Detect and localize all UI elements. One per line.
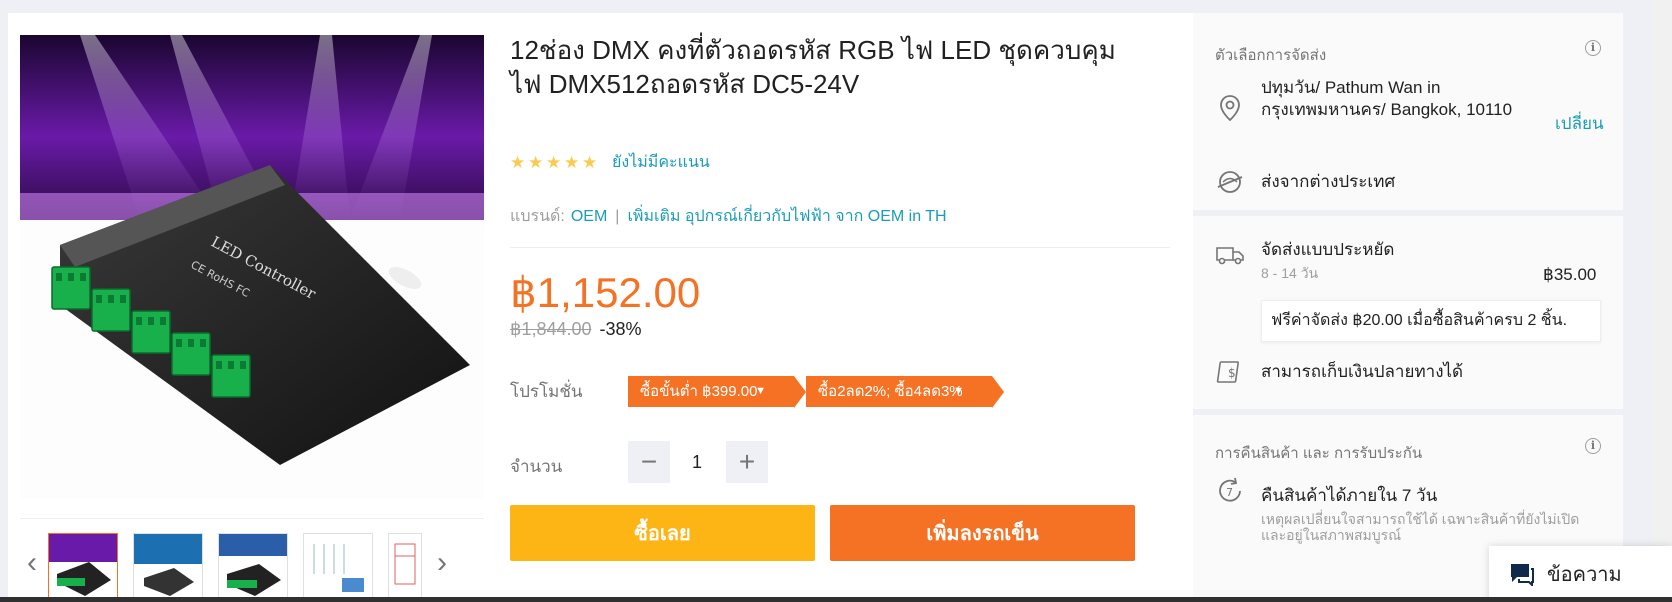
divider: [510, 247, 1170, 248]
delivery-panel: ตัวเลือกการจัดส่ง i ปทุมวัน/ Pathum Wan …: [1193, 13, 1623, 602]
chevron-left-icon: ‹: [27, 546, 37, 579]
chevron-right-icon: ›: [437, 546, 447, 579]
ship-from-overseas: ส่งจากต่างประเทศ: [1261, 172, 1396, 191]
thumbnail-image-icon: [304, 534, 372, 602]
thumbnail-image-icon: [389, 534, 421, 602]
thumbnail-2[interactable]: [133, 533, 203, 602]
return-policy-title: คืนสินค้าได้ภายใน 7 วัน: [1261, 486, 1438, 505]
economy-shipping-price: ฿35.00: [1543, 265, 1597, 284]
thumbnail-5[interactable]: [388, 533, 422, 602]
return-icon: 7: [1219, 477, 1241, 502]
scrollbar[interactable]: [1653, 0, 1672, 602]
product-title: 12ช่อง DMX คงที่ตัวถอดรหัส RGB ไฟ LED ชุ…: [510, 35, 1116, 99]
economy-shipping-days: 8 - 14 วัน: [1261, 265, 1319, 281]
product-gallery: LED Controller CE RoHS FC ‹ ›: [20, 25, 484, 602]
product-info: 12ช่อง DMX คงที่ตัวถอดรหัส RGB ไฟ LED ชุ…: [510, 13, 1170, 602]
minus-icon: −: [640, 446, 658, 477]
promotion-tag-text: ซื้อ2ลด2%; ซื้อ4ลด3%: [818, 383, 963, 400]
promotion-tag-text: ซื้อขั้นต่ำ ฿399.00: [640, 383, 758, 400]
thumbnail-next-button[interactable]: ›: [432, 543, 452, 583]
brand-row: แบรนด์: OEM | เพิ่มเติม อุปกรณ์เกี่ยวกับ…: [510, 204, 947, 229]
free-shipping-note: ฟรีค่าจัดส่ง ฿20.00 เมื่อซื้อสินค้าครบ 2…: [1261, 300, 1601, 342]
price-original-row: ฿1,844.00 -38%: [510, 319, 642, 340]
brand-more-link[interactable]: เพิ่มเติม อุปกรณ์เกี่ยวกับไฟฟ้า จาก OEM …: [627, 204, 946, 229]
delivery-location: ปทุมวัน/ Pathum Wan in กรุงเทพมหานคร/ Ba…: [1261, 78, 1513, 119]
economy-shipping-title: จัดส่งแบบประหยัด: [1261, 240, 1395, 259]
delivery-truck-icon: [1216, 247, 1244, 265]
plus-icon: +: [738, 446, 756, 477]
rating-text[interactable]: ยังไม่มีคะแนน: [612, 150, 710, 175]
section-divider: [1193, 210, 1623, 216]
quantity-label: จำนวน: [510, 457, 563, 476]
product-card: LED Controller CE RoHS FC ‹ › 12ช่อง DMX…: [8, 13, 1193, 602]
section-divider: [1193, 409, 1623, 415]
promotion-tag-multi-buy[interactable]: ซื้อ2ลด2%; ซื้อ4ลด3% ▼: [806, 376, 1004, 408]
svg-text:7: 7: [1226, 486, 1233, 499]
add-to-cart-button[interactable]: เพิ่มลงรถเข็น: [830, 505, 1135, 561]
star-icon: ★: [546, 152, 562, 172]
star-icon: ★: [582, 152, 598, 172]
quantity-increase-button[interactable]: +: [726, 441, 768, 483]
info-icon[interactable]: i: [1585, 438, 1601, 454]
cash-on-delivery: สามารถเก็บเงินปลายทางได้: [1261, 362, 1464, 381]
main-product-image[interactable]: LED Controller CE RoHS FC: [20, 35, 484, 499]
thumbnail-4[interactable]: [303, 533, 373, 602]
globe-plane-icon: [1217, 171, 1243, 193]
thumbnail-image-icon: [49, 534, 117, 602]
chevron-down-icon: ▼: [755, 385, 766, 397]
change-location-link[interactable]: เปลี่ยน: [1555, 110, 1604, 137]
thumbnail-prev-button[interactable]: ‹: [22, 543, 42, 583]
rating-stars: ★ ★ ★ ★ ★: [510, 152, 598, 172]
buy-now-button[interactable]: ซื้อเลย: [510, 505, 815, 561]
star-icon: ★: [528, 152, 544, 172]
thumbnail-3[interactable]: [218, 533, 288, 602]
current-price: ฿1,152.00: [510, 269, 701, 316]
delivery-section-title: ตัวเลือกการจัดส่ง: [1215, 47, 1327, 64]
bottom-edge-bar: [0, 597, 1672, 602]
thumbnail-strip: ‹ ›: [20, 518, 484, 602]
promotion-tag-min-spend[interactable]: ซื้อขั้นต่ำ ฿399.00 ▼: [628, 376, 806, 408]
original-price: ฿1,844.00: [510, 319, 592, 339]
chat-icon: [1511, 564, 1534, 586]
star-icon: ★: [510, 152, 526, 172]
cash-on-delivery-icon: $: [1216, 361, 1239, 383]
discount-percent: -38%: [599, 319, 642, 339]
location-pin-icon: [1220, 95, 1240, 122]
thumbnail-image-icon: [134, 534, 202, 602]
brand-label: แบรนด์:: [510, 208, 565, 225]
thumbnail-image-icon: [219, 534, 287, 602]
brand-separator: |: [615, 207, 620, 225]
quantity-input[interactable]: 1: [664, 441, 730, 483]
promotion-label: โปรโมชั่น: [510, 382, 583, 401]
returns-section-title: การคืนสินค้า และ การรับประกัน: [1215, 445, 1423, 462]
chat-button[interactable]: ข้อความ: [1489, 546, 1672, 602]
return-policy-description: เหตุผลเปลี่ยนใจสามารถใช้ได้ เฉพาะสินค้าท…: [1261, 511, 1580, 543]
brand-link[interactable]: OEM: [571, 208, 607, 226]
info-icon[interactable]: i: [1585, 40, 1601, 56]
chat-label: ข้อความ: [1547, 564, 1622, 586]
rating-row[interactable]: ★ ★ ★ ★ ★ ยังไม่มีคะแนน: [510, 150, 710, 175]
star-icon: ★: [564, 152, 580, 172]
thumbnail-1[interactable]: [48, 533, 118, 602]
svg-text:$: $: [1228, 366, 1236, 380]
chevron-down-icon: ▼: [953, 385, 964, 397]
